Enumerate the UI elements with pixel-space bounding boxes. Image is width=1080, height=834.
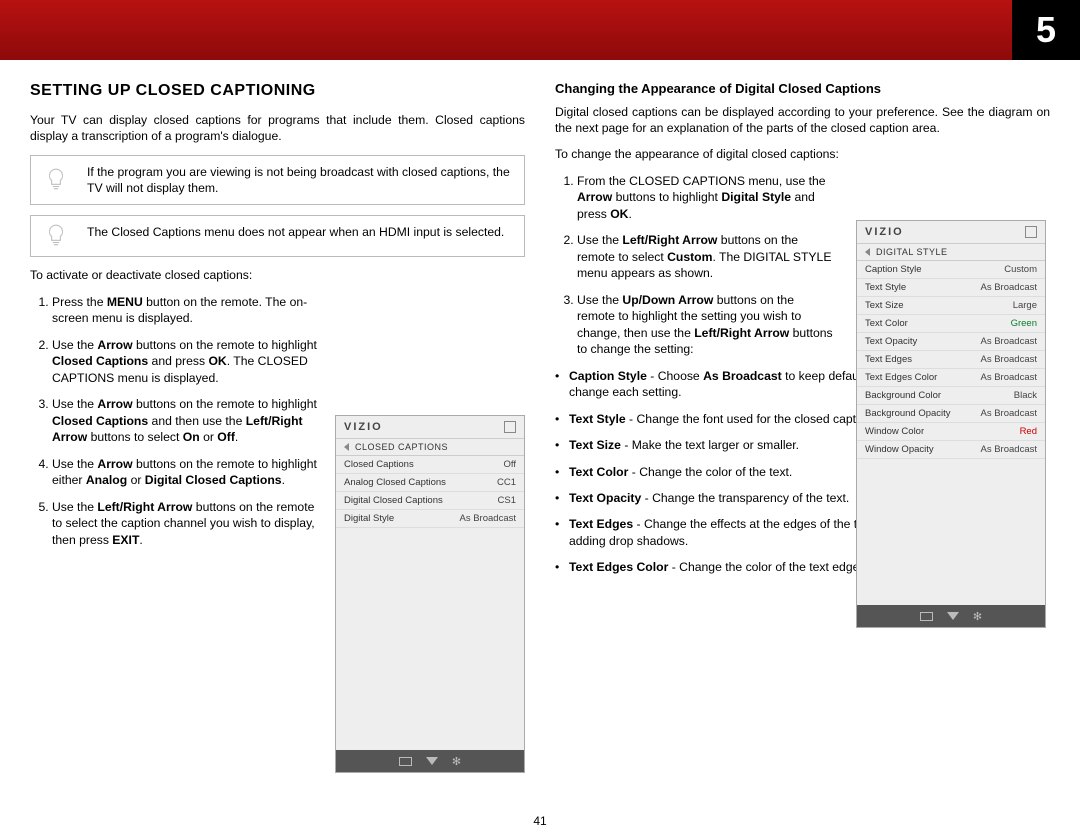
intro-paragraph: Digital closed captions can be displayed…: [555, 104, 1050, 137]
lightbulb-icon: [43, 223, 69, 249]
osd-row: Text StyleAs Broadcast: [857, 279, 1045, 297]
osd-row: Window OpacityAs Broadcast: [857, 441, 1045, 459]
list-item: Use the Arrow buttons on the remote to h…: [52, 396, 320, 445]
osd-row: Text SizeLarge: [857, 297, 1045, 315]
list-item: Press the MENU button on the remote. The…: [52, 294, 320, 327]
osd-row: Window ColorRed: [857, 423, 1045, 441]
osd-bottom-bar: ✻: [857, 605, 1045, 627]
chapter-banner: 5: [0, 0, 1080, 60]
chevron-down-icon: [426, 757, 438, 765]
activation-steps: Press the MENU button on the remote. The…: [30, 294, 320, 548]
osd-row: Background OpacityAs Broadcast: [857, 405, 1045, 423]
osd-row: Text OpacityAs Broadcast: [857, 333, 1045, 351]
steps-lead: To change the appearance of digital clos…: [555, 146, 1050, 162]
list-item: Use the Arrow buttons on the remote to h…: [52, 337, 320, 386]
section-heading: SETTING UP CLOSED CAPTIONING: [30, 80, 525, 102]
chapter-number: 5: [1036, 9, 1056, 51]
osd-row: Analog Closed CaptionsCC1: [336, 474, 524, 492]
osd-row: Text ColorGreen: [857, 315, 1045, 333]
appearance-steps: From the CLOSED CAPTIONS menu, use the A…: [555, 173, 835, 358]
note-box: If the program you are viewing is not be…: [30, 155, 525, 206]
page-number: 41: [533, 814, 546, 828]
subheading: Changing the Appearance of Digital Close…: [555, 80, 1050, 98]
note-text: If the program you are viewing is not be…: [87, 165, 510, 195]
osd-row: Text EdgesAs Broadcast: [857, 351, 1045, 369]
osd-row: Closed CaptionsOff: [336, 456, 524, 474]
lightbulb-icon: [43, 167, 69, 193]
osd-crumb: CLOSED CAPTIONS: [355, 442, 448, 452]
chevron-down-icon: [947, 612, 959, 620]
osd-row: Caption StyleCustom: [857, 261, 1045, 279]
list-item: Use the Left/Right Arrow buttons on the …: [577, 232, 835, 281]
osd-brand: VIZIO: [865, 226, 904, 238]
list-item: Use the Up/Down Arrow buttons on the rem…: [577, 292, 835, 358]
list-item: Use the Left/Right Arrow buttons on the …: [52, 499, 320, 548]
home-icon: [504, 421, 516, 433]
osd-row: Text Edges ColorAs Broadcast: [857, 369, 1045, 387]
gear-icon: ✻: [452, 755, 461, 768]
gear-icon: ✻: [973, 610, 982, 623]
chapter-number-box: 5: [1012, 0, 1080, 60]
osd-brand: VIZIO: [344, 421, 383, 433]
osd-menu-digital-style: VIZIO DIGITAL STYLE Caption StyleCustomT…: [856, 220, 1046, 628]
note-text: The Closed Captions menu does not appear…: [87, 225, 504, 239]
wide-icon: [920, 612, 933, 621]
list-item: Use the Arrow buttons on the remote to h…: [52, 456, 320, 489]
list-item: From the CLOSED CAPTIONS menu, use the A…: [577, 173, 835, 222]
intro-paragraph: Your TV can display closed captions for …: [30, 112, 525, 145]
back-icon: [344, 443, 349, 451]
note-box: The Closed Captions menu does not appear…: [30, 215, 525, 257]
osd-menu-closed-captions: VIZIO CLOSED CAPTIONS Closed CaptionsOff…: [335, 415, 525, 773]
wide-icon: [399, 757, 412, 766]
osd-crumb: DIGITAL STYLE: [876, 247, 948, 257]
osd-row: Digital Closed CaptionsCS1: [336, 492, 524, 510]
back-icon: [865, 248, 870, 256]
osd-row: Digital StyleAs Broadcast: [336, 510, 524, 528]
osd-row: Background ColorBlack: [857, 387, 1045, 405]
home-icon: [1025, 226, 1037, 238]
steps-lead: To activate or deactivate closed caption…: [30, 267, 525, 283]
osd-bottom-bar: ✻: [336, 750, 524, 772]
